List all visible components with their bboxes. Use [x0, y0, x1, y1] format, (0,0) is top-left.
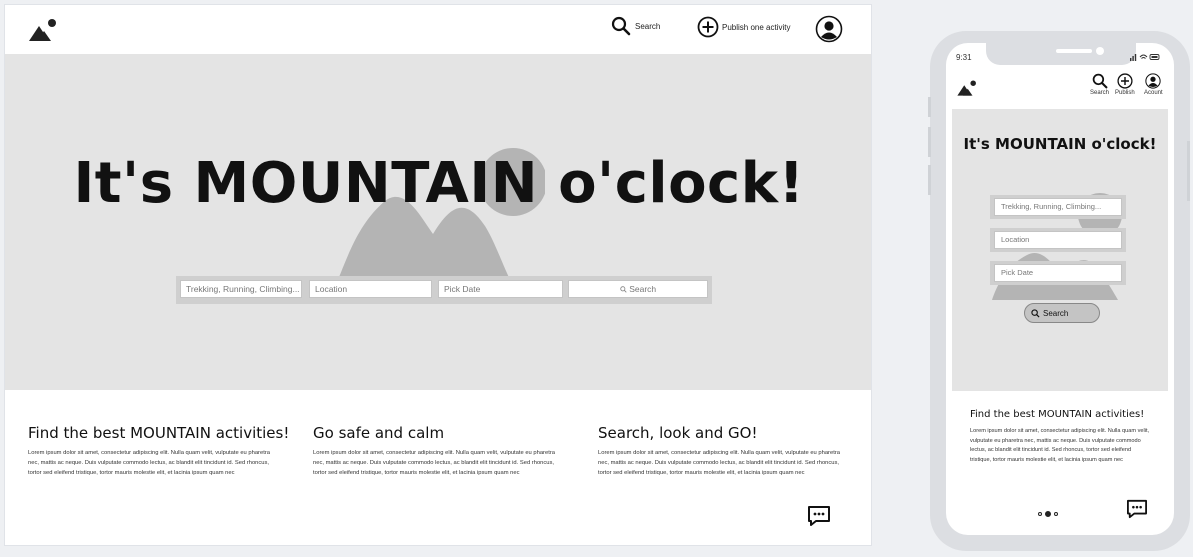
search-icon: [1031, 308, 1040, 318]
mobile-info-body: Lorem ipsum dolor sit amet, consectetur …: [970, 428, 1150, 463]
info-title: Search, look and GO!: [598, 424, 758, 442]
mobile-account-button[interactable]: Acount: [1144, 73, 1163, 96]
hero-search-bar: Trekking, Running, Climbing... Location …: [176, 276, 712, 304]
notch-speaker: [1056, 49, 1092, 53]
hero-section: It's MOUNTAIN o'clock! Trekking, Running…: [5, 54, 871, 390]
publish-activity-button[interactable]: Publish one activity: [697, 16, 790, 38]
mobile-location-input[interactable]: Location: [994, 231, 1122, 249]
desktop-frame: Search Publish one activity It's MOUNTAI…: [4, 4, 872, 546]
mobile-search-submit-label: Search: [1043, 308, 1069, 318]
mobile-screen: 9:31 Search Publish Acount It's MOUNTAIN…: [946, 43, 1174, 535]
info-title: Find the best MOUNTAIN activities!: [28, 424, 290, 442]
mobile-hero-title: It's MOUNTAIN o'clock!: [963, 135, 1157, 153]
header-search-button[interactable]: Search: [611, 16, 660, 36]
hero-title: It's MOUNTAIN o'clock!: [73, 151, 805, 216]
mobile-publish-label: Publish: [1115, 90, 1135, 96]
mobile-date-picker[interactable]: Pick Date: [994, 264, 1122, 282]
mobile-frame: 9:31 Search Publish Acount It's MOUNTAIN…: [928, 31, 1190, 551]
header-search-label: Search: [635, 21, 661, 31]
hero-search-button[interactable]: Search: [568, 280, 708, 298]
notch-camera: [1096, 47, 1104, 55]
mobile-activity-input[interactable]: Trekking, Running, Climbing...: [994, 198, 1122, 216]
signal-wifi-battery-icon: [1130, 54, 1160, 61]
carousel-dot[interactable]: [1038, 512, 1042, 516]
chat-icon[interactable]: [807, 505, 831, 527]
carousel-dot-active[interactable]: [1045, 511, 1051, 517]
status-icons: [1130, 53, 1160, 63]
phone-notch: [986, 43, 1136, 65]
mountain-logo-icon[interactable]: [956, 79, 978, 97]
info-column-2: Go safe and calm Lorem ipsum dolor sit a…: [313, 424, 573, 478]
account-icon: [1145, 73, 1162, 89]
mountain-logo-icon[interactable]: [27, 17, 59, 43]
header: Search Publish one activity: [5, 5, 871, 54]
hero-search-label: Search: [629, 284, 657, 294]
info-title: Go safe and calm: [313, 424, 445, 442]
carousel-dots: [1038, 511, 1058, 517]
account-button[interactable]: [815, 15, 843, 48]
plus-circle-icon: [697, 16, 719, 38]
mobile-publish-button[interactable]: Publish: [1115, 73, 1135, 96]
info-body: Lorem ipsum dolor sit amet, consectetur …: [598, 450, 840, 476]
info-column-3: Search, look and GO! Lorem ipsum dolor s…: [598, 424, 858, 478]
search-icon: [1092, 73, 1107, 89]
status-time: 9:31: [956, 53, 972, 62]
plus-circle-icon: [1117, 73, 1133, 89]
search-icon: [611, 16, 631, 36]
publish-activity-label: Publish one activity: [722, 22, 791, 32]
carousel-dot[interactable]: [1054, 512, 1058, 516]
chat-icon[interactable]: [1126, 499, 1148, 519]
mobile-account-label: Acount: [1144, 90, 1163, 96]
phone-side-button: [928, 165, 931, 195]
account-icon: [815, 15, 843, 43]
mobile-search-submit-button[interactable]: Search: [1024, 303, 1100, 323]
info-body: Lorem ipsum dolor sit amet, consectetur …: [28, 450, 270, 476]
date-picker[interactable]: Pick Date: [438, 280, 563, 298]
location-input[interactable]: Location: [309, 280, 432, 298]
info-column-1: Find the best MOUNTAIN activities! Lorem…: [28, 424, 290, 478]
activity-input[interactable]: Trekking, Running, Climbing...: [180, 280, 302, 298]
mobile-search-button[interactable]: Search: [1090, 73, 1109, 96]
phone-side-button: [928, 97, 931, 117]
mobile-hero-section: It's MOUNTAIN o'clock! Trekking, Running…: [952, 109, 1168, 391]
search-icon: [620, 286, 627, 293]
phone-side-button: [928, 127, 931, 157]
mobile-search-label: Search: [1090, 90, 1110, 96]
phone-side-button: [1187, 141, 1190, 201]
mobile-info-title: Find the best MOUNTAIN activities!: [970, 409, 1145, 420]
info-body: Lorem ipsum dolor sit amet, consectetur …: [313, 450, 555, 476]
